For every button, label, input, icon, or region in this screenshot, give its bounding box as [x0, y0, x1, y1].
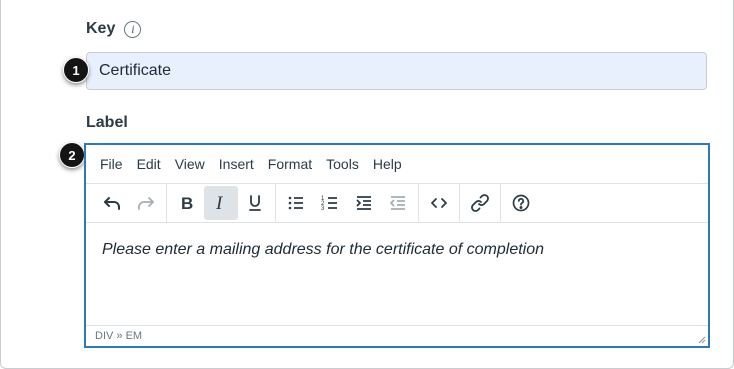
- redo-icon: [138, 197, 154, 210]
- bold-icon: B: [181, 194, 193, 213]
- undo-button[interactable]: [95, 186, 129, 220]
- numbered-list-button[interactable]: 1 2 3: [313, 186, 347, 220]
- italic-button[interactable]: I: [204, 186, 238, 220]
- element-path[interactable]: DIV » EM: [95, 330, 142, 342]
- code-icon: [431, 198, 447, 208]
- help-icon: [512, 194, 530, 212]
- menu-tools[interactable]: Tools: [324, 156, 366, 172]
- resize-handle-icon[interactable]: [696, 334, 706, 344]
- link-button[interactable]: [463, 186, 497, 220]
- link-group: [460, 183, 501, 223]
- svg-text:B: B: [181, 194, 193, 213]
- history-group: [92, 183, 167, 223]
- menu-insert[interactable]: Insert: [217, 156, 261, 172]
- menu-edit[interactable]: Edit: [135, 156, 168, 172]
- editor-toolbar: B I 1 2 3: [86, 183, 708, 223]
- rich-text-editor[interactable]: File Edit View Insert Format Tools Help …: [84, 143, 710, 348]
- bullet-list-button[interactable]: [279, 186, 313, 220]
- key-input[interactable]: Certificate: [86, 52, 707, 90]
- underline-icon: [249, 195, 261, 211]
- bold-button[interactable]: B: [170, 186, 204, 220]
- list-group: 1 2 3: [276, 183, 419, 223]
- code-group: [419, 183, 460, 223]
- key-input-value: Certificate: [99, 62, 172, 79]
- svg-text:3: 3: [321, 206, 325, 212]
- undo-icon: [104, 197, 120, 210]
- menu-format[interactable]: Format: [266, 156, 319, 172]
- editor-statusbar: DIV » EM: [86, 326, 708, 346]
- outdent-icon: [390, 196, 405, 210]
- numbered-list-icon: 1 2 3: [321, 196, 337, 212]
- svg-text:I: I: [215, 193, 224, 213]
- menu-view[interactable]: View: [173, 156, 212, 172]
- menu-help[interactable]: Help: [371, 156, 409, 172]
- outdent-button[interactable]: [381, 186, 415, 220]
- editor-menubar: File Edit View Insert Format Tools Help: [86, 145, 708, 184]
- indent-icon: [356, 196, 371, 210]
- label-field-label: Label: [86, 114, 128, 131]
- bullet-list-icon: [288, 196, 303, 210]
- italic-icon: I: [215, 193, 224, 213]
- editor-content[interactable]: Please enter a mailing address for the c…: [86, 223, 708, 326]
- info-icon[interactable]: i: [124, 20, 142, 38]
- redo-button[interactable]: [129, 186, 163, 220]
- key-label-text: Key: [86, 20, 116, 37]
- editor-content-text: Please enter a mailing address for the c…: [102, 241, 545, 258]
- code-view-button[interactable]: [422, 186, 456, 220]
- underline-button[interactable]: [238, 186, 272, 220]
- help-group: [501, 184, 541, 223]
- format-group: B I: [167, 183, 276, 223]
- help-button[interactable]: [504, 186, 538, 220]
- step-badge-1: 1: [63, 57, 89, 83]
- indent-button[interactable]: [347, 186, 381, 220]
- key-field-label: Key i: [86, 20, 142, 38]
- menu-file[interactable]: File: [98, 156, 130, 172]
- link-icon: [471, 194, 489, 212]
- step-badge-2: 2: [59, 142, 85, 168]
